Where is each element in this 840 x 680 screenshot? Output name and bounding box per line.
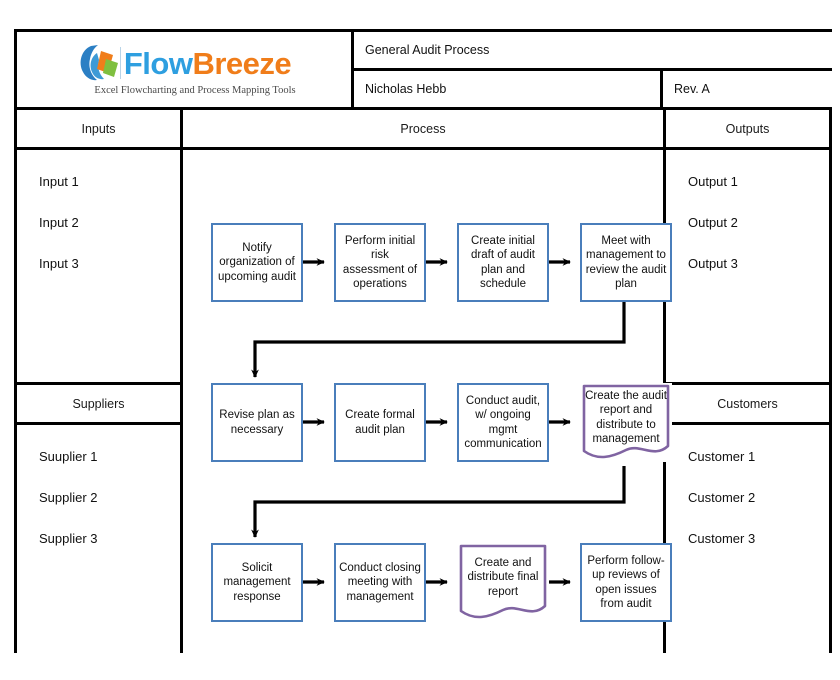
connector-arrows [251,258,626,586]
process-node-label: Create formal audit plan [345,409,415,436]
process-node-label: Create initial draft of audit plan and s… [471,234,535,290]
logo-tagline: Excel Flowcharting and Process Mapping T… [94,85,296,96]
document-node-n8[interactable]: Create the audit report and distribute t… [580,383,672,462]
process-node-label: Perform initial risk assessment of opera… [342,234,418,290]
document-node-label: Create and distribute final report [467,556,539,598]
suppliers-list: Suuplier 1 Supplier 2 Supplier 3 [17,425,183,653]
revision-label: Rev. A [674,82,710,96]
list-item: Supplier 3 [39,531,98,546]
list-item: Input 1 [39,174,79,189]
column-header-inputs: Inputs [17,110,183,150]
document-node-n11[interactable]: Create and distribute final report [457,543,549,622]
process-flow-canvas: Notify organization of upcoming audit Pe… [183,150,832,653]
column-header-suppliers: Suppliers [17,385,183,425]
process-node-label: Revise plan as necessary [219,409,295,436]
process-node-n5[interactable]: Revise plan as necessary [211,383,303,462]
flowbreeze-logo-mark [80,45,121,81]
author-name: Nicholas Hebb [365,82,447,96]
column-header-outputs: Outputs [666,110,829,150]
process-node-n2[interactable]: Perform initial risk assessment of opera… [334,223,426,302]
process-node-n12[interactable]: Perform follow-up reviews of open issues… [580,543,672,622]
process-node-label: Perform follow-up reviews of open issues… [587,554,665,610]
list-item: Supplier 2 [39,490,98,505]
inputs-list: Input 1 Input 2 Input 3 [17,150,183,385]
flowbreeze-logo: FlowBreeze Excel Flowcharting and Proces… [17,32,354,110]
logo-word-flow: Flow [123,45,193,81]
process-node-n4[interactable]: Meet with management to review the audit… [580,223,672,302]
author-cell: Nicholas Hebb [354,71,663,110]
process-node-n1[interactable]: Notify organization of upcoming audit [211,223,303,302]
document-node-label: Create the audit report and distribute t… [585,389,667,445]
logo-word-breeze: Breeze [192,45,292,81]
process-node-n6[interactable]: Create formal audit plan [334,383,426,462]
process-node-n7[interactable]: Conduct audit, w/ ongoing mgmt communica… [457,383,549,462]
revision-cell: Rev. A [663,71,832,110]
column-header-outputs-label: Outputs [725,121,770,136]
process-node-label: Notify organization of upcoming audit [218,241,296,283]
document-title: General Audit Process [365,43,490,57]
process-node-label: Meet with management to review the audit… [585,234,667,290]
list-item: Input 2 [39,215,79,230]
column-header-process-label: Process [400,121,446,136]
process-node-n9[interactable]: Solicit management response [211,543,303,622]
process-node-label: Solicit management response [223,561,291,603]
list-item: Input 3 [39,256,79,271]
process-node-label: Conduct closing meeting with management [339,561,421,603]
process-node-label: Conduct audit, w/ ongoing mgmt communica… [464,394,542,450]
process-node-n10[interactable]: Conduct closing meeting with management [334,543,426,622]
column-header-inputs-label: Inputs [81,121,116,136]
column-header-suppliers-label: Suppliers [72,396,125,411]
document-title-cell: General Audit Process [354,32,832,71]
process-node-n3[interactable]: Create initial draft of audit plan and s… [457,223,549,302]
column-header-process: Process [183,110,666,150]
sipoc-diagram-frame: FlowBreeze Excel Flowcharting and Proces… [14,29,832,653]
list-item: Suuplier 1 [39,449,98,464]
